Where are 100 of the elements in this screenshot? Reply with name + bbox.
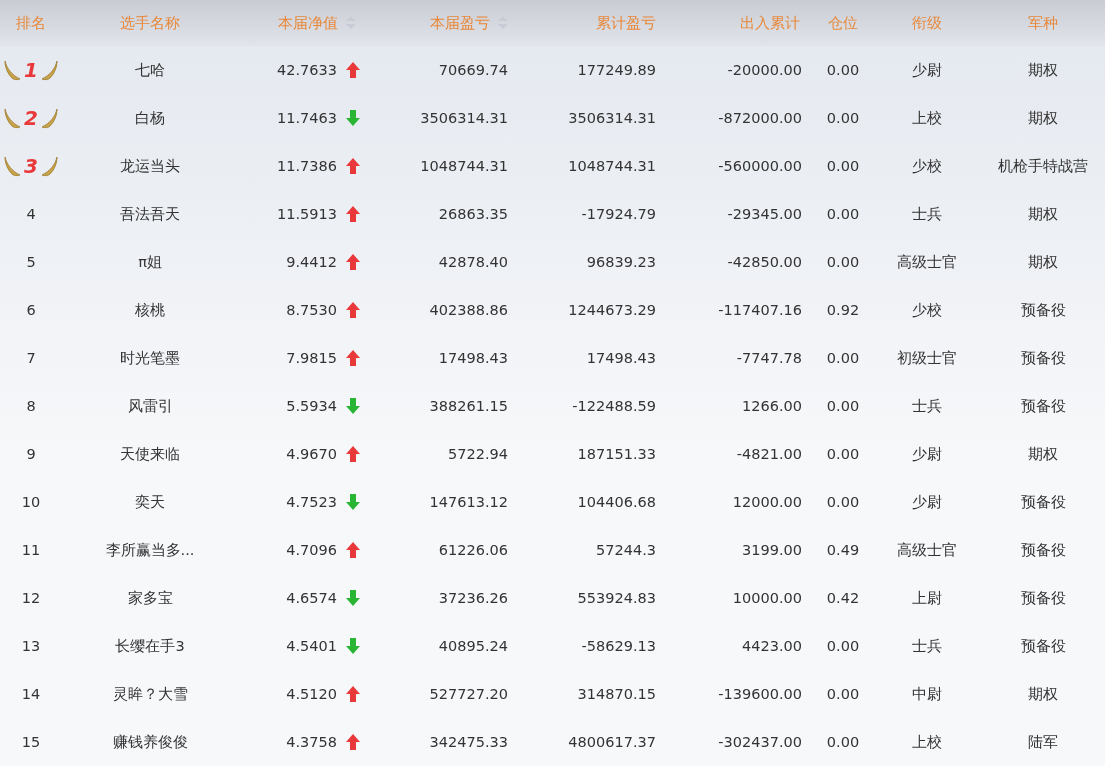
rank-title: 少校 <box>912 156 942 176</box>
period-profit: 342475.33 <box>429 734 508 750</box>
branch-name: 期权 <box>1028 60 1058 80</box>
net-value: 4.3758 <box>286 734 337 750</box>
player-name: 七哈 <box>135 60 165 80</box>
cash-flow: -4821.00 <box>736 446 802 462</box>
cash-flow: -7747.78 <box>736 350 802 366</box>
branch-name: 机枪手特战营 <box>998 156 1088 176</box>
cash-flow: 3199.00 <box>742 542 802 558</box>
period-profit: 147613.12 <box>429 494 508 510</box>
position-ratio: 0.92 <box>826 302 860 318</box>
net-value: 42.7633 <box>277 62 337 78</box>
rank-number: 4 <box>26 206 36 222</box>
total-profit: 177249.89 <box>577 62 656 78</box>
net-value: 11.7386 <box>277 158 337 174</box>
position-ratio: 0.00 <box>826 686 860 702</box>
net-value: 4.7096 <box>286 542 337 558</box>
cash-flow: -872000.00 <box>718 110 802 126</box>
cash-flow: -302437.00 <box>718 734 802 750</box>
period-profit: 3506314.31 <box>420 110 508 126</box>
player-name: 长缨在手3 <box>115 636 185 656</box>
net-value: 7.9815 <box>286 350 337 366</box>
cash-flow: 4423.00 <box>742 638 802 654</box>
rank-number: 2 <box>24 106 38 130</box>
period-profit: 17498.43 <box>438 350 508 366</box>
rank-title: 上校 <box>912 108 942 128</box>
total-profit: 3506314.31 <box>568 110 656 126</box>
cash-flow: 10000.00 <box>732 590 802 606</box>
player-name: 核桃 <box>135 300 165 320</box>
period-profit: 402388.86 <box>429 302 508 318</box>
branch-name: 期权 <box>1028 252 1058 272</box>
net-value: 9.4412 <box>286 254 337 270</box>
branch-name: 期权 <box>1028 444 1058 464</box>
branch-name: 预备役 <box>1020 300 1066 320</box>
branch-name: 期权 <box>1028 204 1058 224</box>
column-header: 衔级 <box>912 13 942 33</box>
player-name: 灵眸？大雪 <box>112 684 188 704</box>
wing-icon <box>39 155 58 177</box>
period-profit: 42878.40 <box>438 254 508 270</box>
total-profit: 553924.83 <box>577 590 656 606</box>
total-profit: -58629.13 <box>581 638 656 654</box>
rank-number: 9 <box>26 446 36 462</box>
rank-title: 士兵 <box>912 636 942 656</box>
rank-title: 中尉 <box>912 684 942 704</box>
column-header: 排名 <box>16 13 46 33</box>
total-profit: 57244.3 <box>596 542 656 558</box>
position-ratio: 0.00 <box>826 638 860 654</box>
total-profit: 1048744.31 <box>568 158 656 174</box>
player-name: 天使来临 <box>120 444 180 464</box>
position-ratio: 0.00 <box>826 494 860 510</box>
branch-name: 期权 <box>1028 684 1058 704</box>
rank-title: 少尉 <box>912 60 942 80</box>
net-value: 4.9670 <box>286 446 337 462</box>
column-header[interactable]: 本届盈亏 <box>430 13 490 33</box>
column-header: 选手名称 <box>120 13 180 33</box>
total-profit: 314870.15 <box>577 686 656 702</box>
player-name: 龙运当头 <box>120 156 180 176</box>
wing-icon <box>4 107 23 129</box>
total-profit: -17924.79 <box>581 206 656 222</box>
rank-title: 高级士官 <box>897 252 957 272</box>
total-profit: 104406.68 <box>577 494 656 510</box>
rank-number: 7 <box>26 350 36 366</box>
cash-flow: 12000.00 <box>732 494 802 510</box>
position-ratio: 0.00 <box>826 398 860 414</box>
position-ratio: 0.00 <box>826 206 860 222</box>
period-profit: 388261.15 <box>429 398 508 414</box>
cash-flow: -560000.00 <box>718 158 802 174</box>
rank-number: 11 <box>21 542 41 558</box>
player-name: 家多宝 <box>127 588 173 608</box>
column-header: 仓位 <box>828 13 858 33</box>
rank-title: 上校 <box>912 732 942 752</box>
rank-number: 10 <box>21 494 41 510</box>
net-value: 4.5120 <box>286 686 337 702</box>
rank-number: 14 <box>21 686 41 702</box>
rank-number: 8 <box>26 398 36 414</box>
rank-title: 少尉 <box>912 444 942 464</box>
cash-flow: -42850.00 <box>727 254 802 270</box>
rank-title: 少尉 <box>912 492 942 512</box>
rank-number: 6 <box>26 302 36 318</box>
period-profit: 61226.06 <box>438 542 508 558</box>
position-ratio: 0.42 <box>826 590 860 606</box>
total-profit: -122488.59 <box>572 398 656 414</box>
branch-name: 预备役 <box>1020 636 1066 656</box>
net-value: 4.7523 <box>286 494 337 510</box>
period-profit: 1048744.31 <box>420 158 508 174</box>
net-value: 4.6574 <box>286 590 337 606</box>
total-profit: 4800617.37 <box>568 734 656 750</box>
branch-name: 预备役 <box>1020 492 1066 512</box>
total-profit: 17498.43 <box>586 350 656 366</box>
rank-number: 15 <box>21 734 41 750</box>
period-profit: 5722.94 <box>448 446 508 462</box>
branch-name: 陆军 <box>1028 732 1058 752</box>
column-header[interactable]: 本届净值 <box>278 13 338 33</box>
wing-icon <box>39 107 58 129</box>
period-profit: 70669.74 <box>438 62 508 78</box>
rank-title: 上尉 <box>912 588 942 608</box>
position-ratio: 0.00 <box>826 254 860 270</box>
net-value: 8.7530 <box>286 302 337 318</box>
player-name: 白杨 <box>135 108 165 128</box>
position-ratio: 0.00 <box>826 734 860 750</box>
